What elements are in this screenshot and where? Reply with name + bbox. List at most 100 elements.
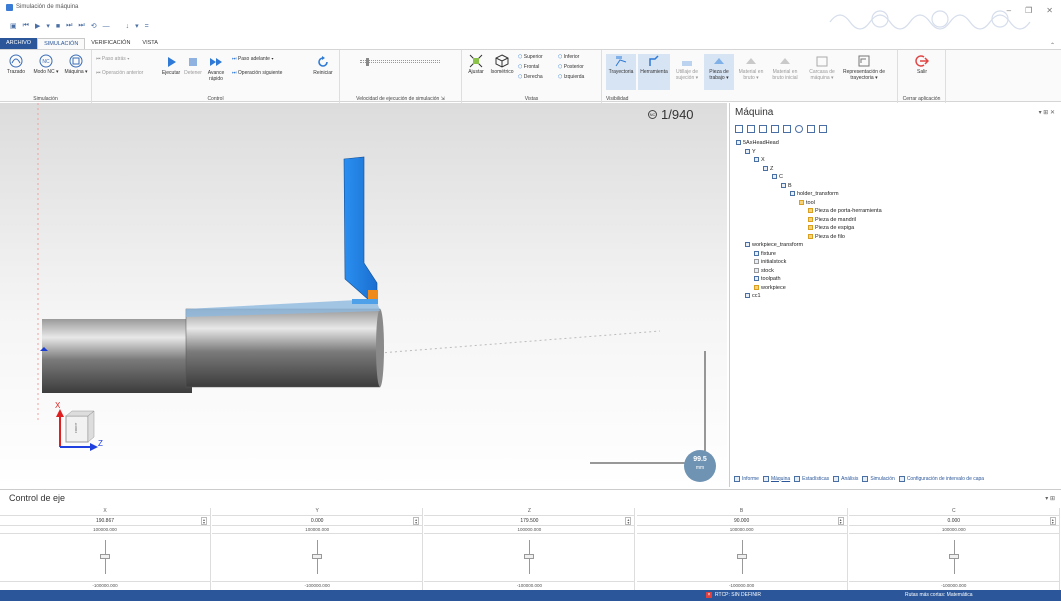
tree-node[interactable]: Pieza de espiga [808,225,854,231]
axis-slider-thumb[interactable] [312,554,323,559]
axis-spinner[interactable]: ▴ ▾ [1049,517,1056,525]
view-superior[interactable]: ⬡ Superior [518,54,543,60]
axis-panel-pin-icon[interactable]: ▾ ⊞ [1045,495,1055,502]
axis-slider-thumb[interactable] [100,554,110,559]
tree-node[interactable]: Pieza de mandril [808,217,856,223]
toolbar-icon[interactable] [747,125,755,133]
qat-save-icon[interactable]: ▣ [10,22,17,30]
view-posterior[interactable]: ⬡ Posterior [558,64,584,70]
reiniciar-button[interactable]: Reiniciar [308,55,338,76]
panel-tab[interactable]: Estadísticas [794,474,829,483]
salir-button[interactable]: Salir [908,54,936,75]
simulation-viewport[interactable]: FRONT X Z NC 1/940 99.5 mm [0,103,727,487]
tree-node[interactable]: workpiece [754,285,786,291]
qat-menu-icon[interactable]: ▾ [135,22,139,30]
material-inicial-toggle[interactable]: Material en bruto inicial [768,54,802,81]
tab-vista[interactable]: VISTA [136,38,164,49]
detener-button[interactable]: Detener [182,55,204,76]
qat-forward-icon[interactable]: ⏭ [66,22,72,30]
toolbar-icon[interactable] [759,125,767,133]
panel-tab[interactable]: Configuración de intervalo de capa [898,474,984,483]
qat-dropdown-icon[interactable]: ▾ [46,22,50,30]
panel-pin-icon[interactable]: ▾ ⊞ ✕ [1039,109,1055,116]
maquina-button[interactable]: Máquina ▾ [62,54,90,75]
view-derecha[interactable]: ⬡ Derecha [518,74,543,80]
tree-node[interactable]: C [772,174,783,180]
avance-rapido-button[interactable]: Avance rápido [204,55,228,82]
qat-play-icon[interactable]: ▶ [35,22,40,30]
tree-node[interactable]: holder_transform [790,191,839,197]
tab-archivo[interactable]: ARCHIVO [0,38,38,49]
qat-reset-icon[interactable]: ⟲ [91,22,97,30]
view-frontal[interactable]: ⬡ Frontal [518,64,539,70]
axis-spinner[interactable]: ▴ ▾ [201,517,207,525]
pieza-trabajo-toggle[interactable]: Pieza de trabajo ▾ [704,54,734,90]
view-izquierda[interactable]: ⬡ Izquierda [558,74,584,80]
isometrico-button[interactable]: Isométrico [488,54,516,75]
tree-node[interactable]: Z [763,166,773,172]
axis-value-input[interactable]: 90.000 ▴ ▾ [636,516,847,526]
qat-customize-icon[interactable]: = [145,23,149,30]
operacion-anterior-button[interactable]: ⏮ Operación anterior [96,70,143,76]
axis-slider[interactable] [637,534,847,581]
panel-tab[interactable]: Informe [734,474,759,483]
toolbar-icon[interactable] [819,125,827,133]
axis-slider[interactable] [0,534,210,581]
view-inferior[interactable]: ⬡ Inferior [558,54,579,60]
panel-tab[interactable]: Simulación [862,474,895,483]
toolbar-icon[interactable] [807,125,815,133]
tree-node[interactable]: fixture [754,251,776,257]
minimize-button[interactable]: – [1007,6,1011,15]
utillaje-toggle[interactable]: Utillaje de sujeción ▾ [672,54,702,81]
modo-nc-button[interactable]: NC Modo NC ▾ [32,54,60,75]
tree-node[interactable]: Y [745,149,756,155]
axis-slider[interactable] [849,534,1059,581]
tree-node[interactable]: B [781,183,792,189]
herramienta-toggle[interactable]: Herramienta [638,54,670,90]
tree-node[interactable]: Pieza de filo [808,234,845,240]
axis-slider-thumb[interactable] [524,554,535,559]
axis-slider[interactable] [424,534,634,581]
close-button[interactable]: ✕ [1046,6,1053,15]
toolbar-icon[interactable] [735,125,743,133]
paso-adelante-button[interactable]: ⏭ Paso adelante ▾ [232,56,274,62]
paso-atras-button[interactable]: ⏮ Paso atrás ▾ [96,56,130,62]
qat-stop-icon[interactable]: ■ [56,23,60,30]
ejecutar-button[interactable]: Ejecutar [160,55,182,76]
axis-slider-thumb[interactable] [736,554,747,559]
trazado-button[interactable]: Trazado [2,54,30,75]
tree-node[interactable]: X [754,157,765,163]
speed-slider-thumb[interactable] [366,58,369,66]
toolbar-icon[interactable] [771,125,779,133]
tree-node[interactable]: toolpath [754,276,781,282]
panel-tab[interactable]: Análisis [833,474,858,483]
axis-value-input[interactable]: 179.500 ▴ ▾ [424,516,635,526]
axis-spinner[interactable]: ▴ ▾ [837,517,844,525]
tree-node[interactable]: tool [799,200,815,206]
axis-slider-thumb[interactable] [948,554,959,559]
tree-node[interactable]: stock [754,268,774,274]
qat-next-icon[interactable]: ⏭ [78,22,84,30]
tree-node[interactable]: workpiece_transform [745,242,803,248]
maximize-button[interactable]: ❐ [1025,6,1032,15]
carcasa-toggle[interactable]: Carcasa de máquina ▾ [804,54,840,81]
qat-down-icon[interactable]: ↓ [126,23,130,30]
panel-tab[interactable]: Máquina [762,474,790,483]
ribbon-collapse-icon[interactable]: ⌃ [1050,42,1055,49]
ajustar-button[interactable]: Ajustar [464,54,488,75]
axis-value-input[interactable]: 0.000 ▴ ▾ [848,516,1059,526]
qat-slider[interactable]: — [103,23,120,30]
axis-slider[interactable] [212,534,422,581]
representacion-button[interactable]: Representación de trayectoria ▾ [842,54,886,81]
axis-value-input[interactable]: 0.000 ▴ ▾ [212,516,423,526]
tree-node[interactable]: 5AxHeadHead [736,140,779,146]
tab-verificacion[interactable]: VERIFICACIÓN [85,38,136,49]
tree-node[interactable]: cc1 [745,293,761,299]
toolbar-icon[interactable] [795,125,803,133]
tree-node[interactable]: Pieza de porta-herramienta [808,208,882,214]
tree-node[interactable]: initialstock [754,259,786,265]
operacion-siguiente-button[interactable]: ⏭ Operación siguiente [232,70,282,76]
axis-spinner[interactable]: ▴ ▾ [625,517,632,525]
axis-spinner[interactable]: ▴ ▾ [413,517,420,525]
trayectoria-toggle[interactable]: Trayectoria [606,54,636,90]
